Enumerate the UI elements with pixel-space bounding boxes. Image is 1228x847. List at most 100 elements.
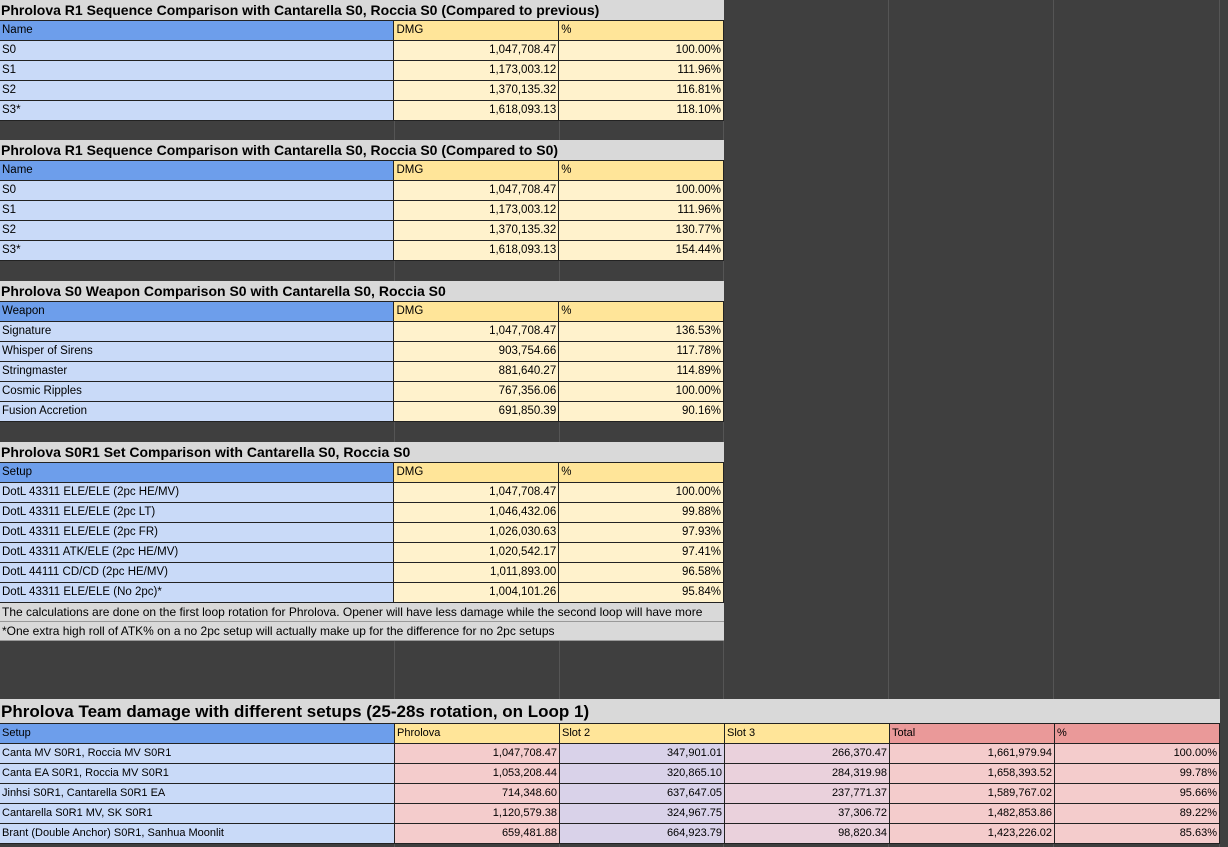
value-cell[interactable]: 1,047,708.47	[394, 41, 560, 60]
value-cell[interactable]: 1,120,579.38	[395, 804, 560, 823]
row-label-cell[interactable]: DotL 43311 ELE/ELE (2pc HE/MV)	[0, 483, 395, 502]
value-cell[interactable]: 111.96%	[559, 201, 725, 220]
column-header[interactable]: Slot 2	[560, 724, 725, 743]
value-cell[interactable]: 320,865.10	[560, 764, 725, 783]
value-cell[interactable]: 903,754.66	[394, 342, 560, 361]
value-cell[interactable]: 1,370,135.32	[394, 81, 560, 100]
row-label-cell[interactable]: Brant (Double Anchor) S0R1, Sanhua Moonl…	[0, 824, 395, 843]
row-label-cell[interactable]: S1	[0, 61, 395, 80]
value-cell[interactable]: 130.77%	[559, 221, 725, 240]
value-cell[interactable]: 99.78%	[1055, 764, 1220, 783]
row-label-cell[interactable]: Canta MV S0R1, Roccia MV S0R1	[0, 744, 395, 763]
row-label-cell[interactable]: S2	[0, 81, 395, 100]
row-label-cell[interactable]: S3*	[0, 241, 395, 260]
value-cell[interactable]: 1,047,708.47	[394, 181, 560, 200]
row-label-cell[interactable]: DotL 43311 ELE/ELE (2pc FR)	[0, 523, 395, 542]
column-header[interactable]: DMG	[394, 302, 560, 321]
value-cell[interactable]: 1,047,708.47	[395, 744, 560, 763]
value-cell[interactable]: 95.66%	[1055, 784, 1220, 803]
value-cell[interactable]: 90.16%	[559, 402, 725, 421]
note-cell[interactable]: The calculations are done on the first l…	[0, 603, 724, 622]
row-label-cell[interactable]: DotL 43311 ELE/ELE (No 2pc)*	[0, 583, 395, 602]
value-cell[interactable]: 111.96%	[559, 61, 725, 80]
row-label-cell[interactable]: S2	[0, 221, 395, 240]
column-header[interactable]: Weapon	[0, 302, 395, 321]
value-cell[interactable]: 1,046,432.06	[394, 503, 560, 522]
row-label-cell[interactable]: DotL 43311 ATK/ELE (2pc HE/MV)	[0, 543, 395, 562]
value-cell[interactable]: 237,771.37	[725, 784, 890, 803]
value-cell[interactable]: 100.00%	[1055, 744, 1220, 763]
row-label-cell[interactable]: Jinhsi S0R1, Cantarella S0R1 EA	[0, 784, 395, 803]
column-header[interactable]: DMG	[394, 21, 560, 40]
value-cell[interactable]: 95.84%	[559, 583, 725, 602]
value-cell[interactable]: 96.58%	[559, 563, 725, 582]
value-cell[interactable]: 659,481.88	[395, 824, 560, 843]
column-header[interactable]: %	[559, 161, 725, 180]
value-cell[interactable]: 664,923.79	[560, 824, 725, 843]
value-cell[interactable]: 99.88%	[559, 503, 725, 522]
row-label-cell[interactable]: Signature	[0, 322, 395, 341]
value-cell[interactable]: 881,640.27	[394, 362, 560, 381]
column-header[interactable]: %	[1055, 724, 1220, 743]
value-cell[interactable]: 1,423,226.02	[890, 824, 1055, 843]
value-cell[interactable]: 1,011,893.00	[394, 563, 560, 582]
table-title[interactable]: Phrolova R1 Sequence Comparison with Can…	[0, 140, 724, 161]
table-title[interactable]: Phrolova R1 Sequence Comparison with Can…	[0, 0, 724, 21]
value-cell[interactable]: 100.00%	[559, 41, 725, 60]
column-header[interactable]: Setup	[0, 724, 395, 743]
value-cell[interactable]: 1,661,979.94	[890, 744, 1055, 763]
column-header[interactable]: Name	[0, 161, 395, 180]
value-cell[interactable]: 154.44%	[559, 241, 725, 260]
value-cell[interactable]: 714,348.60	[395, 784, 560, 803]
column-header[interactable]: Total	[890, 724, 1055, 743]
value-cell[interactable]: 1,658,393.52	[890, 764, 1055, 783]
value-cell[interactable]: 100.00%	[559, 382, 725, 401]
row-label-cell[interactable]: Fusion Accretion	[0, 402, 395, 421]
row-label-cell[interactable]: DotL 43311 ELE/ELE (2pc LT)	[0, 503, 395, 522]
column-header[interactable]: Slot 3	[725, 724, 890, 743]
column-header[interactable]: %	[559, 21, 725, 40]
row-label-cell[interactable]: S0	[0, 41, 395, 60]
value-cell[interactable]: 324,967.75	[560, 804, 725, 823]
value-cell[interactable]: 1,047,708.47	[394, 483, 560, 502]
value-cell[interactable]: 136.53%	[559, 322, 725, 341]
row-label-cell[interactable]: Cantarella S0R1 MV, SK S0R1	[0, 804, 395, 823]
table-title[interactable]: Phrolova S0R1 Set Comparison with Cantar…	[0, 442, 724, 463]
value-cell[interactable]: 114.89%	[559, 362, 725, 381]
row-label-cell[interactable]: Stringmaster	[0, 362, 395, 381]
value-cell[interactable]: 767,356.06	[394, 382, 560, 401]
value-cell[interactable]: 1,618,093.13	[394, 241, 560, 260]
value-cell[interactable]: 266,370.47	[725, 744, 890, 763]
value-cell[interactable]: 637,647.05	[560, 784, 725, 803]
value-cell[interactable]: 89.22%	[1055, 804, 1220, 823]
row-label-cell[interactable]: S0	[0, 181, 395, 200]
row-label-cell[interactable]: S1	[0, 201, 395, 220]
value-cell[interactable]: 100.00%	[559, 483, 725, 502]
column-header[interactable]: %	[559, 302, 725, 321]
value-cell[interactable]: 347,901.01	[560, 744, 725, 763]
row-label-cell[interactable]: DotL 44111 CD/CD (2pc HE/MV)	[0, 563, 395, 582]
column-header[interactable]: DMG	[394, 161, 560, 180]
value-cell[interactable]: 1,004,101.26	[394, 583, 560, 602]
value-cell[interactable]: 1,173,003.12	[394, 201, 560, 220]
value-cell[interactable]: 98,820.34	[725, 824, 890, 843]
table-title[interactable]: Phrolova S0 Weapon Comparison S0 with Ca…	[0, 281, 724, 302]
value-cell[interactable]: 1,618,093.13	[394, 101, 560, 120]
value-cell[interactable]: 1,026,030.63	[394, 523, 560, 542]
value-cell[interactable]: 1,482,853.86	[890, 804, 1055, 823]
value-cell[interactable]: 37,306.72	[725, 804, 890, 823]
row-label-cell[interactable]: S3*	[0, 101, 395, 120]
row-label-cell[interactable]: Canta EA S0R1, Roccia MV S0R1	[0, 764, 395, 783]
row-label-cell[interactable]: Whisper of Sirens	[0, 342, 395, 361]
value-cell[interactable]: 116.81%	[559, 81, 725, 100]
value-cell[interactable]: 100.00%	[559, 181, 725, 200]
row-label-cell[interactable]: Cosmic Ripples	[0, 382, 395, 401]
value-cell[interactable]: 117.78%	[559, 342, 725, 361]
value-cell[interactable]: 1,589,767.02	[890, 784, 1055, 803]
value-cell[interactable]: 1,370,135.32	[394, 221, 560, 240]
note-cell[interactable]: *One extra high roll of ATK% on a no 2pc…	[0, 622, 724, 641]
table-title[interactable]: Phrolova Team damage with different setu…	[0, 699, 1220, 724]
column-header[interactable]: %	[559, 463, 725, 482]
value-cell[interactable]: 97.41%	[559, 543, 725, 562]
column-header[interactable]: Name	[0, 21, 395, 40]
